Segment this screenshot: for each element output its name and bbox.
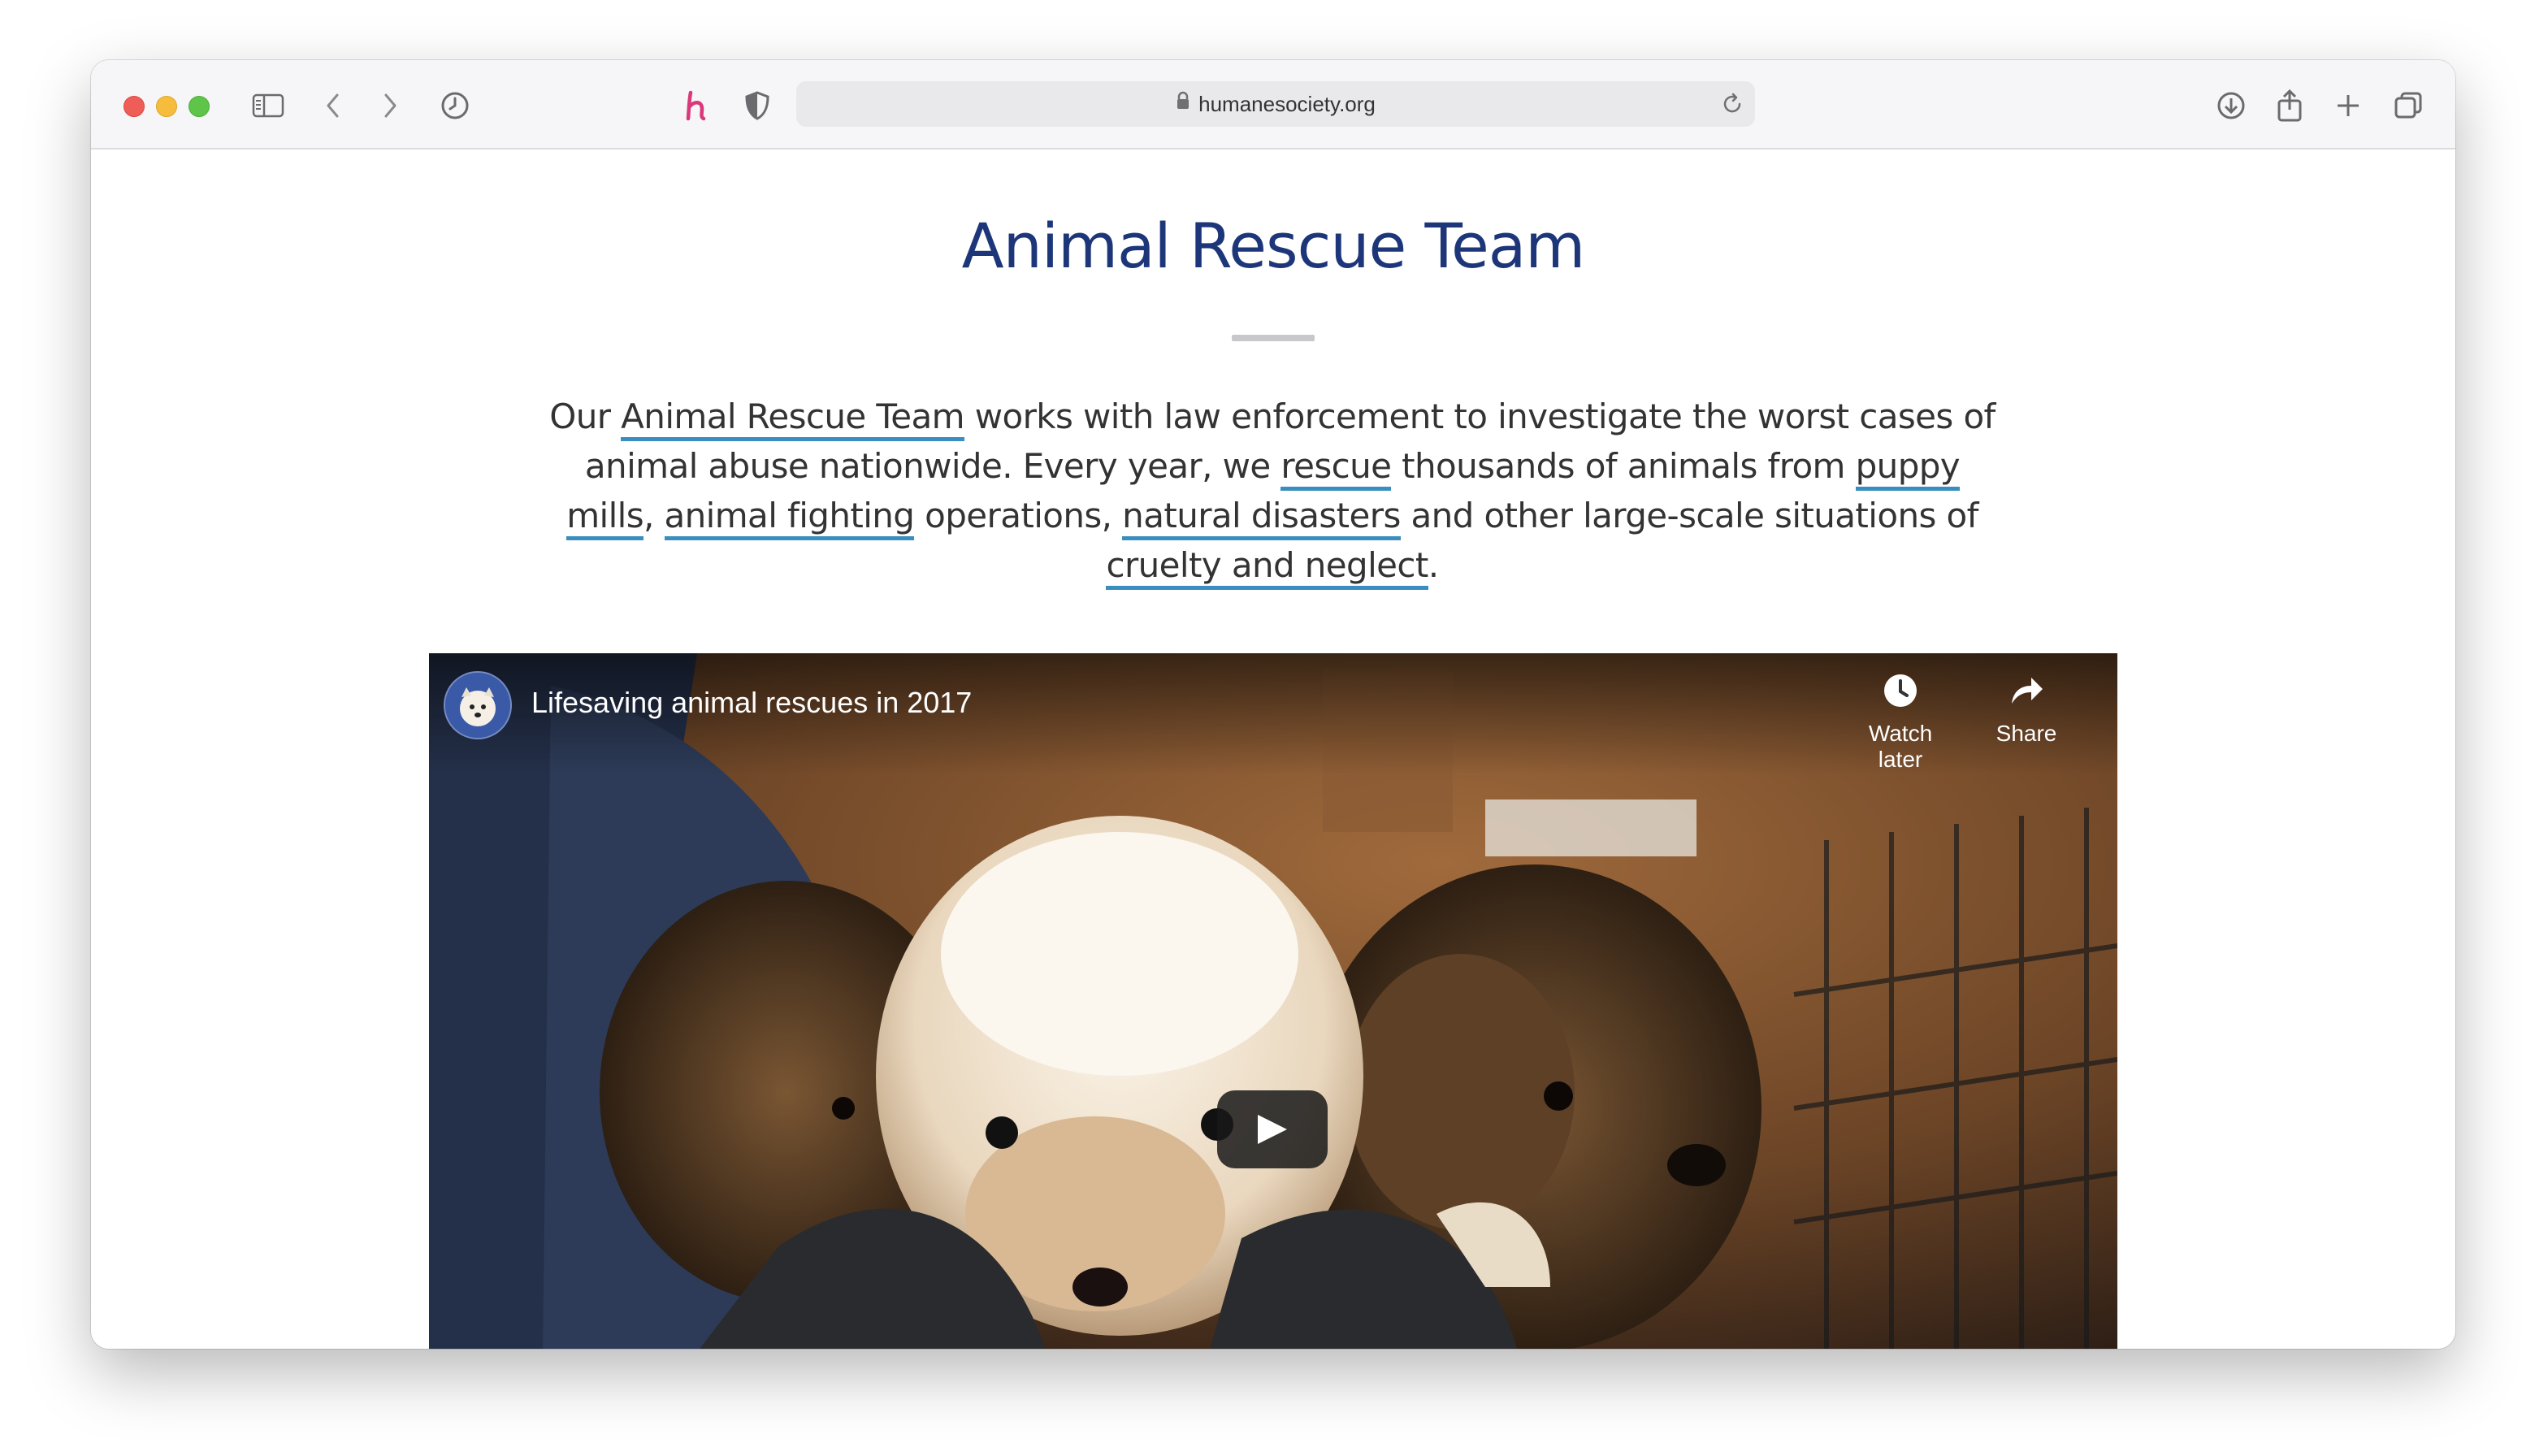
privacy-shield-icon[interactable] bbox=[736, 84, 778, 127]
play-icon bbox=[1258, 1115, 1287, 1144]
close-window-button[interactable] bbox=[124, 96, 145, 117]
page-content: Animal Rescue Team Our Animal Rescue Tea… bbox=[91, 150, 2455, 1349]
title-divider bbox=[1232, 335, 1315, 341]
zoom-window-button[interactable] bbox=[188, 96, 210, 117]
back-chevron-icon[interactable] bbox=[312, 84, 354, 127]
address-bar-text[interactable]: humanesociety.org bbox=[796, 81, 1755, 127]
intro-text: operations, bbox=[914, 496, 1123, 535]
reload-icon[interactable] bbox=[1719, 91, 1745, 117]
channel-avatar[interactable] bbox=[444, 671, 512, 739]
watch-later-clock-icon bbox=[1884, 674, 1917, 707]
share-icon[interactable] bbox=[2268, 84, 2311, 127]
watch-later-label: Watch later bbox=[1868, 721, 1933, 772]
forward-chevron-icon[interactable] bbox=[369, 84, 411, 127]
link-animal-rescue-team[interactable]: Animal Rescue Team bbox=[621, 396, 965, 441]
page-title: Animal Rescue Team bbox=[961, 210, 1586, 282]
link-animal-fighting[interactable]: animal fighting bbox=[664, 496, 915, 540]
minimize-window-button[interactable] bbox=[156, 96, 177, 117]
new-tab-plus-icon[interactable] bbox=[2327, 84, 2369, 127]
link-rescue[interactable]: rescue bbox=[1280, 446, 1392, 491]
share-video-button[interactable]: Share bbox=[1986, 673, 2067, 747]
tab-overview-icon[interactable] bbox=[2387, 84, 2429, 127]
video-title[interactable]: Lifesaving animal rescues in 2017 bbox=[531, 686, 972, 720]
lock-icon bbox=[1176, 80, 1190, 126]
honey-extension-icon[interactable] bbox=[676, 84, 718, 127]
browser-window: humanesociety.org Animal Rescue Team Our… bbox=[91, 60, 2455, 1349]
download-icon[interactable] bbox=[2210, 84, 2252, 127]
intro-text: . bbox=[1428, 545, 1439, 585]
share-arrow-icon bbox=[2012, 678, 2043, 704]
intro-text: Our bbox=[549, 396, 622, 436]
video-player[interactable]: Lifesaving animal rescues in 2017 Watch … bbox=[429, 653, 2117, 1349]
intro-text: and other large-scale situations of bbox=[1400, 496, 1978, 535]
sidebar-icon[interactable] bbox=[247, 84, 289, 127]
share-label: Share bbox=[1996, 721, 2057, 746]
url-label: humanesociety.org bbox=[1198, 92, 1376, 116]
intro-text: thousands of animals from bbox=[1391, 446, 1856, 486]
address-bar[interactable]: humanesociety.org bbox=[796, 81, 1755, 127]
watch-later-button[interactable]: Watch later bbox=[1846, 673, 1955, 773]
intro-paragraph: Our Animal Rescue Team works with law en… bbox=[546, 392, 1999, 590]
browser-toolbar: humanesociety.org bbox=[91, 60, 2455, 150]
link-natural-disasters[interactable]: natural disasters bbox=[1122, 496, 1401, 540]
play-button[interactable] bbox=[1217, 1090, 1328, 1168]
history-clock-icon[interactable] bbox=[434, 84, 476, 127]
link-cruelty-and-neglect[interactable]: cruelty and neglect bbox=[1106, 545, 1428, 590]
intro-text: , bbox=[644, 496, 665, 535]
